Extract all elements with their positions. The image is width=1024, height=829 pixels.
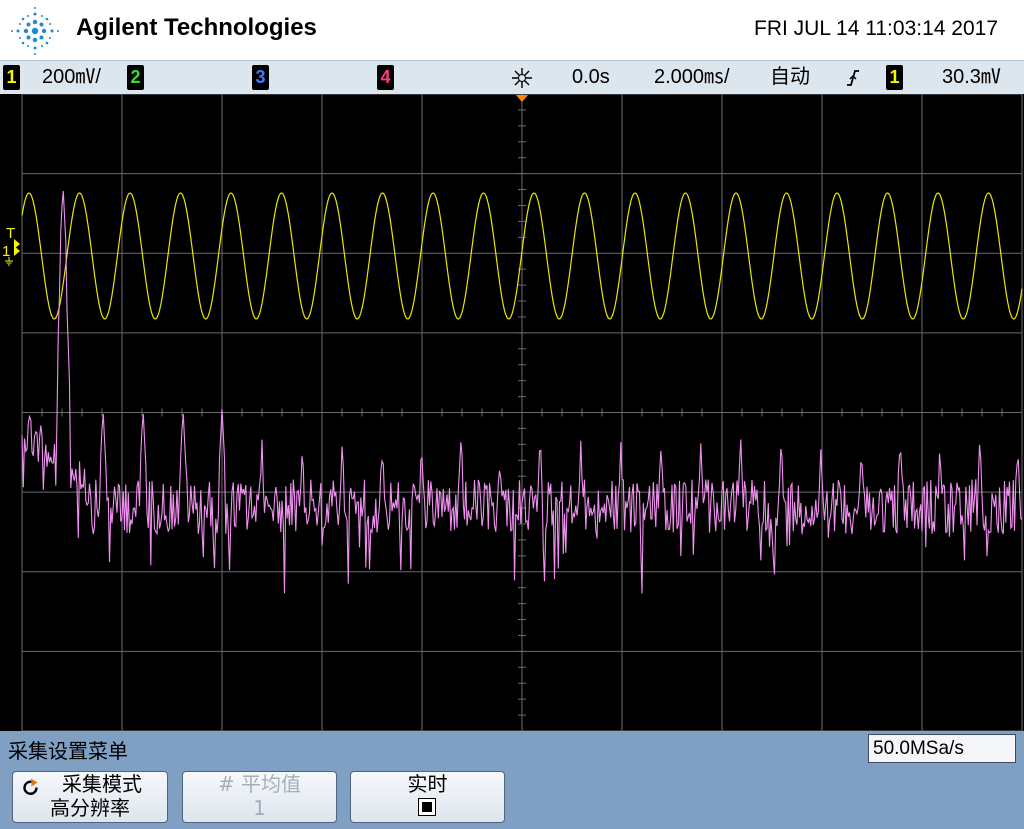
- agilent-logo-icon: [11, 7, 59, 55]
- realtime-label: 实时: [407, 772, 448, 796]
- waveform-display: T 1: [0, 94, 1024, 731]
- delay-value: 0.0s: [572, 66, 610, 88]
- trigger-level: 30.3㎷: [942, 66, 1001, 88]
- timebase-value: 2.000㎳/: [654, 66, 730, 88]
- channel-1-indicator[interactable]: 1: [3, 65, 20, 90]
- rising-edge-icon: [847, 70, 859, 86]
- channel-4-indicator[interactable]: 4: [377, 65, 394, 90]
- channel-3-indicator[interactable]: 3: [252, 65, 269, 90]
- acquisition-mode-softkey[interactable]: 采集模式 高分辨率: [12, 771, 168, 823]
- softkey-menu: 采集设置菜单 50.0MSa/s 采集模式 高分辨率 # 平均值 1 实时: [0, 731, 1024, 829]
- trigger-mode: 自动: [770, 66, 810, 88]
- realtime-softkey[interactable]: 实时: [350, 771, 505, 823]
- menu-title: 采集设置菜单: [8, 739, 128, 763]
- averages-label: # 平均值: [217, 772, 302, 796]
- averages-softkey[interactable]: # 平均值 1: [182, 771, 337, 823]
- date-time: FRI JUL 14 11:03:14 2017: [754, 17, 998, 40]
- trigger-position-marker-icon: [516, 95, 528, 102]
- channel-2-indicator[interactable]: 2: [127, 65, 144, 90]
- realtime-toggle-wrap: [351, 796, 504, 820]
- trigger-level-marker: T: [6, 225, 15, 242]
- channel-1-scale: 200㎷/: [42, 66, 101, 88]
- status-bar: 1 200㎷/ 2 3 4 0.0s 2.000㎳/ 自动 1 30.3㎷: [0, 60, 1024, 95]
- averages-value: 1: [253, 796, 266, 820]
- realtime-checkbox[interactable]: [418, 798, 436, 816]
- rotate-knob-icon: [23, 778, 38, 795]
- delay-knob-icon: [512, 68, 532, 88]
- trigger-source-indicator[interactable]: 1: [886, 65, 903, 90]
- sample-rate-display: 50.0MSa/s: [868, 734, 1016, 763]
- header: Agilent Technologies FRI JUL 14 11:03:14…: [0, 0, 1024, 60]
- acquisition-mode-value: 高分辨率: [50, 796, 130, 820]
- channel-1-ground-arrow-icon: [14, 246, 20, 256]
- brand-name: Agilent Technologies: [76, 14, 317, 41]
- waveform-canvas: T 1: [2, 94, 1023, 731]
- realtime-checkbox-mark: [422, 802, 432, 812]
